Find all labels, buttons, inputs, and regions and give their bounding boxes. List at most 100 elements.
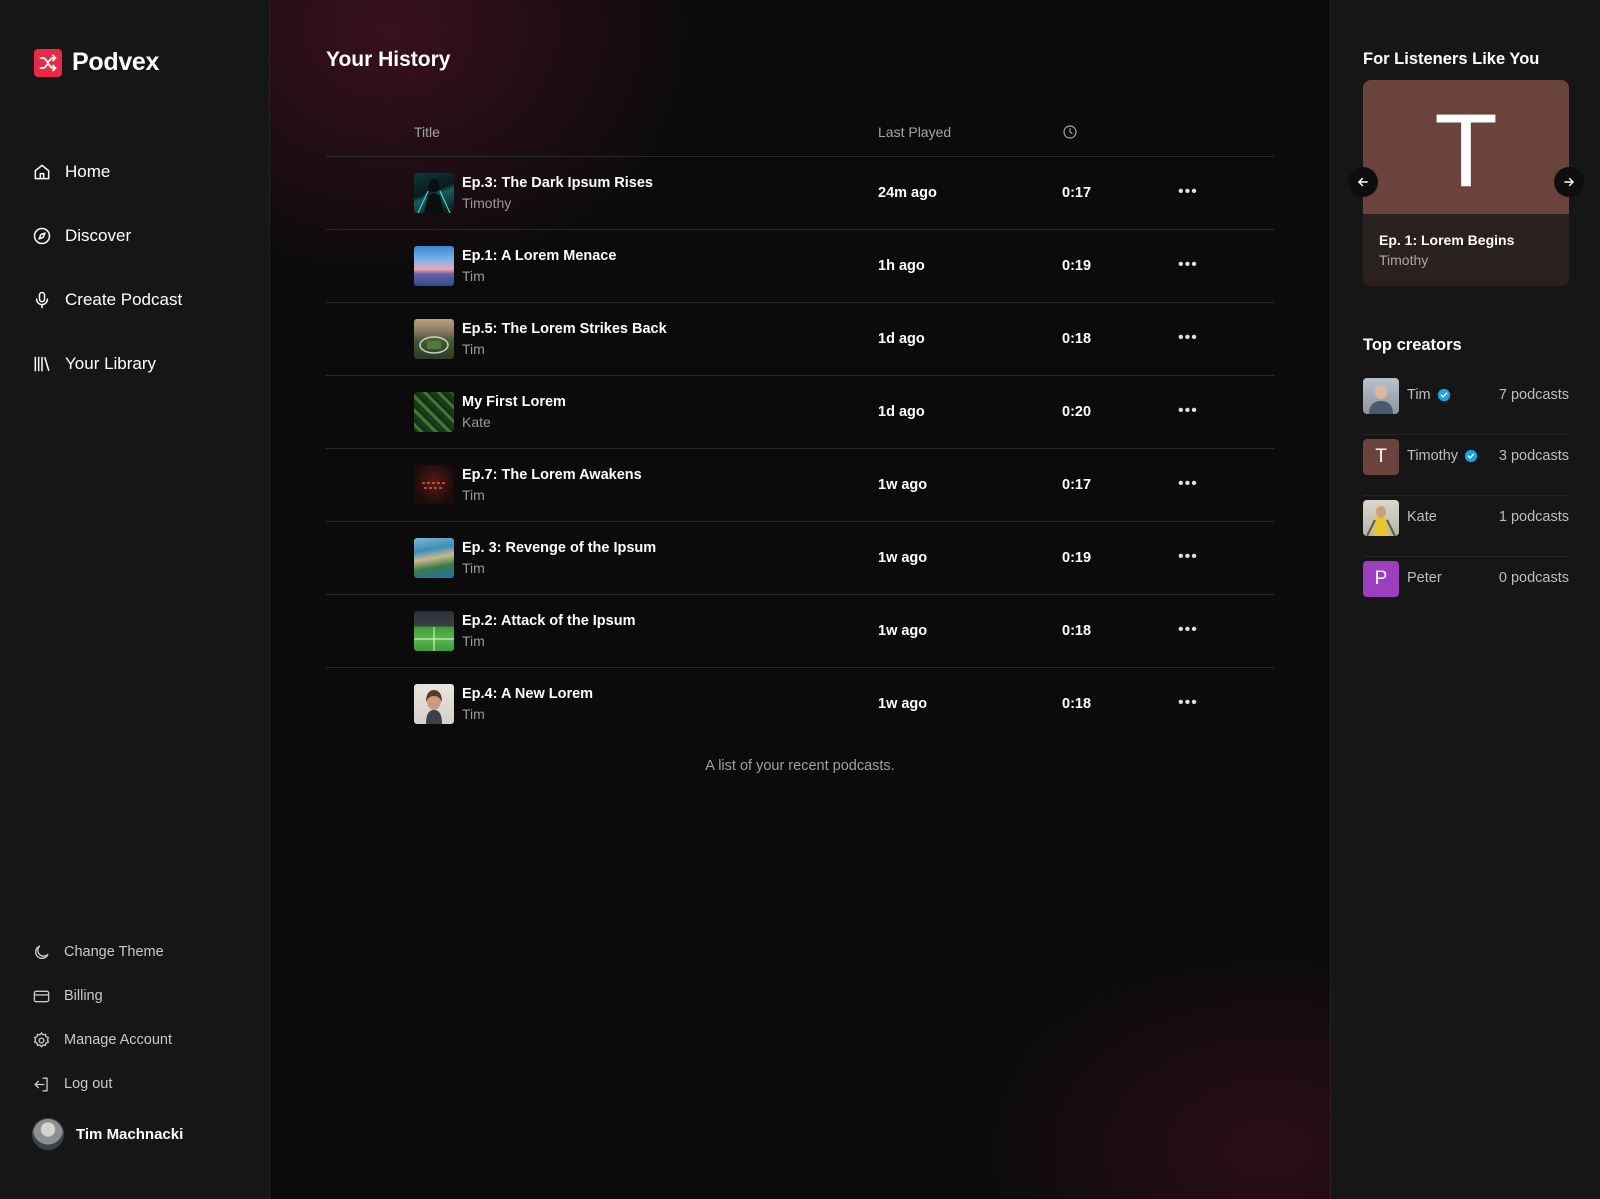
episode-thumbnail <box>414 538 454 578</box>
bottom-item-label: Log out <box>64 1076 113 1092</box>
microphone-icon <box>35 291 49 309</box>
episode-title[interactable]: Ep.5: The Lorem Strikes Back <box>462 321 667 337</box>
nav-item-your-library[interactable]: Your Library <box>32 332 252 396</box>
avatar: P <box>1363 561 1399 597</box>
more-options-icon[interactable]: ••• <box>1178 329 1198 347</box>
table-row[interactable]: Ep.7: The Lorem Awakens Tim 1w ago 0:17 … <box>326 449 1274 522</box>
podcast-card[interactable]: T Ep. 1: Lorem Begins Timothy <box>1363 80 1569 286</box>
last-played: 1h ago <box>878 258 925 274</box>
table-row[interactable]: Ep.5: The Lorem Strikes Back Tim 1d ago … <box>326 303 1274 376</box>
card-title: Ep. 1: Lorem Begins <box>1379 232 1515 248</box>
creator-name-text: Timothy <box>1407 448 1459 464</box>
more-options-icon[interactable]: ••• <box>1178 183 1198 201</box>
more-options-icon[interactable]: ••• <box>1178 475 1198 493</box>
episode-title[interactable]: Ep.2: Attack of the Ipsum <box>462 613 635 629</box>
main-nav: Home Discover Create Podcast Your Librar… <box>32 140 252 396</box>
episode-thumbnail <box>414 392 454 432</box>
carousel-next-button[interactable] <box>1554 167 1584 197</box>
duration: 0:18 <box>1062 331 1092 347</box>
episode-author[interactable]: Tim <box>462 633 485 649</box>
episode-title[interactable]: My First Lorem <box>462 394 566 410</box>
history-table: Title Last Played Ep.3: The Dark Ipsum R… <box>326 110 1274 741</box>
episode-thumbnail <box>414 611 454 651</box>
billing-button[interactable]: Billing <box>32 974 252 1018</box>
nav-item-label: Your Library <box>65 354 157 373</box>
episode-author[interactable]: Tim <box>462 706 485 722</box>
user-name: Tim Machnacki <box>76 1125 184 1143</box>
creator-name: Peter <box>1407 570 1442 586</box>
episode-title[interactable]: Ep. 3: Revenge of the Ipsum <box>462 540 656 556</box>
brand-name: Podvex <box>72 48 160 76</box>
more-options-icon[interactable]: ••• <box>1178 256 1198 274</box>
manage-account-button[interactable]: Manage Account <box>32 1018 252 1062</box>
avatar <box>1363 378 1399 414</box>
creator-item[interactable]: P Peter 0 podcasts <box>1363 557 1569 618</box>
last-played: 1d ago <box>878 331 925 347</box>
episode-title[interactable]: Ep.1: A Lorem Menace <box>462 248 616 264</box>
column-header-last-played: Last Played <box>878 124 952 140</box>
more-options-icon[interactable]: ••• <box>1178 694 1198 712</box>
bottom-item-label: Change Theme <box>64 944 164 960</box>
episode-author[interactable]: Tim <box>462 341 485 357</box>
episode-author[interactable]: Kate <box>462 414 491 430</box>
carousel-prev-button[interactable] <box>1348 167 1378 197</box>
log-out-button[interactable]: Log out <box>32 1062 252 1106</box>
table-row[interactable]: Ep. 3: Revenge of the Ipsum Tim 1w ago 0… <box>326 522 1274 595</box>
moon-icon <box>35 944 49 959</box>
left-sidebar: Podvex Home Discover Create Podcast Your… <box>0 0 270 1199</box>
page-title: Your History <box>326 48 451 71</box>
podcast-count: 3 podcasts <box>1498 448 1569 464</box>
last-played: 1w ago <box>878 696 928 712</box>
podcast-count: 1 podcasts <box>1498 509 1569 525</box>
table-row[interactable]: Ep.4: A New Lorem Tim 1w ago 0:18 ••• <box>326 668 1274 741</box>
gear-icon <box>33 1031 50 1048</box>
table-header: Title Last Played <box>326 110 1274 157</box>
episode-title[interactable]: Ep.3: The Dark Ipsum Rises <box>462 175 653 191</box>
more-options-icon[interactable]: ••• <box>1178 402 1198 420</box>
account-menu: Change Theme Billing Manage Account Log … <box>32 930 252 1106</box>
shuffle-logo-icon <box>34 48 62 77</box>
nav-item-create-podcast[interactable]: Create Podcast <box>32 268 252 332</box>
creator-name-text: Peter <box>1407 570 1442 586</box>
nav-item-home[interactable]: Home <box>32 140 252 204</box>
arrow-left-icon <box>1358 177 1368 187</box>
creator-item[interactable]: T Timothy 3 podcasts <box>1363 435 1569 496</box>
app-window: Podvex Home Discover Create Podcast Your… <box>0 0 1600 1199</box>
change-theme-button[interactable]: Change Theme <box>32 930 252 974</box>
last-played: 1w ago <box>878 550 928 566</box>
episode-thumbnail <box>414 319 454 359</box>
more-options-icon[interactable]: ••• <box>1178 621 1198 639</box>
avatar <box>32 1118 64 1150</box>
episode-author[interactable]: Timothy <box>462 195 511 211</box>
episode-title[interactable]: Ep.7: The Lorem Awakens <box>462 467 642 483</box>
duration: 0:20 <box>1062 404 1092 420</box>
duration: 0:17 <box>1062 185 1092 201</box>
table-row[interactable]: Ep.2: Attack of the Ipsum Tim 1w ago 0:1… <box>326 595 1274 668</box>
table-row[interactable]: Ep.1: A Lorem Menace Tim 1h ago 0:19 ••• <box>326 230 1274 303</box>
avatar-letter: P <box>1374 568 1388 589</box>
episode-author[interactable]: Tim <box>462 487 485 503</box>
avatar <box>1363 500 1399 536</box>
right-sidebar: For Listeners Like You T Ep. 1: Lorem Be… <box>1330 0 1600 1199</box>
cover-letter: T <box>1434 93 1498 209</box>
more-options-icon[interactable]: ••• <box>1178 548 1198 566</box>
user-profile[interactable]: Tim Machnacki <box>32 1118 183 1150</box>
table-row[interactable]: Ep.3: The Dark Ipsum Rises Timothy 24m a… <box>326 157 1274 230</box>
episode-author[interactable]: Tim <box>462 268 485 284</box>
episode-thumbnail <box>414 173 454 213</box>
bottom-item-label: Manage Account <box>64 1032 173 1048</box>
table-body: Ep.3: The Dark Ipsum Rises Timothy 24m a… <box>326 157 1274 741</box>
brand[interactable]: Podvex <box>34 48 159 77</box>
episode-title[interactable]: Ep.4: A New Lorem <box>462 686 593 702</box>
duration: 0:18 <box>1062 623 1092 639</box>
nav-item-discover[interactable]: Discover <box>32 204 252 268</box>
column-header-title: Title <box>414 124 440 140</box>
episode-thumbnail <box>414 246 454 286</box>
creator-item[interactable]: Kate 1 podcasts <box>1363 496 1569 557</box>
duration: 0:18 <box>1062 696 1092 712</box>
creator-item[interactable]: Tim 7 podcasts <box>1363 374 1569 435</box>
table-row[interactable]: My First Lorem Kate 1d ago 0:20 ••• <box>326 376 1274 449</box>
credit-card-icon <box>33 990 50 1002</box>
podcast-cover: T <box>1363 80 1569 214</box>
episode-author[interactable]: Tim <box>462 560 485 576</box>
